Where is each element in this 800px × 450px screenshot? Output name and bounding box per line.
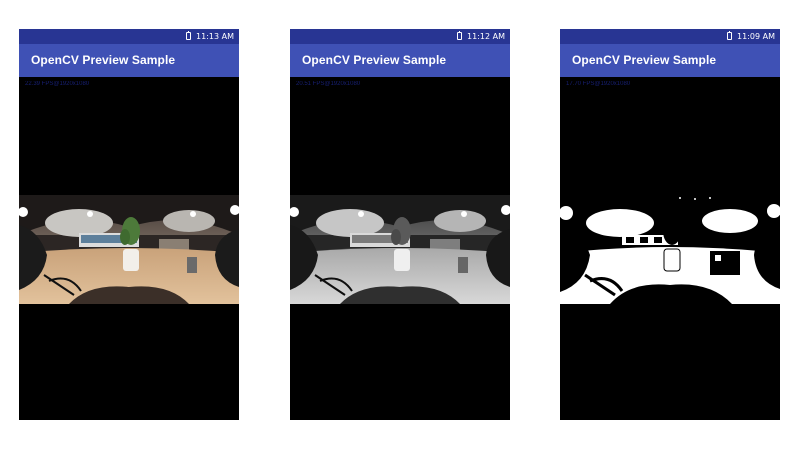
app-bar: OpenCV Preview Sample — [290, 44, 510, 77]
fps-readout: 22.39 FPS@1920x1080 — [25, 81, 90, 87]
status-time: 11:13 AM — [196, 32, 234, 41]
app-title: OpenCV Preview Sample — [572, 53, 717, 67]
phone-screen-grayscale: 11:12 AM OpenCV Preview Sample 20.51 FPS… — [290, 29, 510, 420]
status-time: 11:09 AM — [737, 32, 775, 41]
status-time: 11:12 AM — [467, 32, 505, 41]
camera-preview-grayscale — [290, 195, 510, 304]
phone-screen-threshold: 11:09 AM OpenCV Preview Sample 17.70 FPS… — [560, 29, 780, 420]
camera-preview-threshold — [560, 195, 780, 304]
status-bar: 11:13 AM — [19, 29, 239, 44]
battery-icon — [727, 31, 732, 40]
fps-readout: 20.51 FPS@1920x1080 — [296, 81, 361, 87]
fps-readout: 17.70 FPS@1920x1080 — [566, 81, 631, 87]
app-bar: OpenCV Preview Sample — [560, 44, 780, 77]
status-bar: 11:09 AM — [560, 29, 780, 44]
phone-screen-color: 11:13 AM OpenCV Preview Sample 22.39 FPS… — [19, 29, 239, 420]
battery-icon — [186, 31, 191, 40]
app-title: OpenCV Preview Sample — [31, 53, 176, 67]
battery-icon — [457, 31, 462, 40]
app-title: OpenCV Preview Sample — [302, 53, 447, 67]
status-bar: 11:12 AM — [290, 29, 510, 44]
app-bar: OpenCV Preview Sample — [19, 44, 239, 77]
camera-preview-color — [19, 195, 239, 304]
